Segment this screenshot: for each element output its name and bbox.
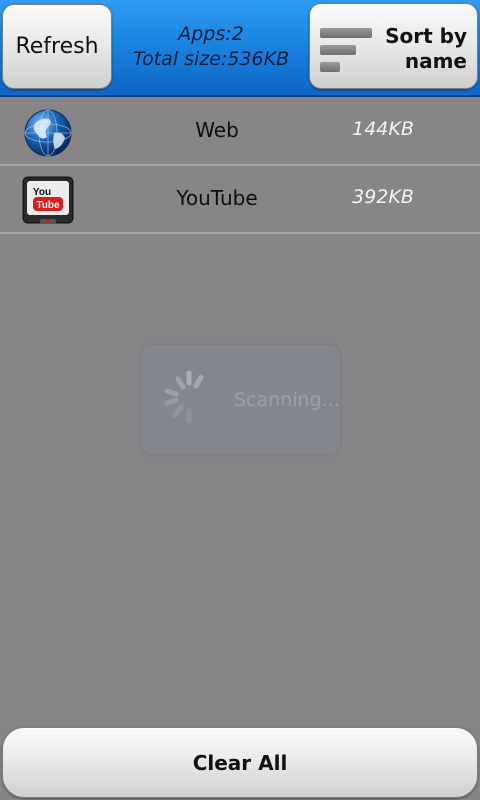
clear-all-button[interactable]: Clear All xyxy=(2,727,478,798)
list-item[interactable]: Web 144KB xyxy=(0,98,480,166)
scanning-label: Scanning... xyxy=(234,389,340,411)
refresh-button-label: Refresh xyxy=(15,34,99,59)
refresh-button[interactable]: Refresh xyxy=(2,4,112,89)
app-name: YouTube xyxy=(176,186,258,210)
list-item[interactable]: You Tube YouTube 392KB xyxy=(0,166,480,234)
spinner-icon xyxy=(164,370,204,424)
youtube-icon-text-bottom: Tube xyxy=(36,200,60,211)
app-list: Web 144KB You Tube YouTube 392KB xyxy=(0,98,480,234)
apps-summary: Apps:2 Total size:536KB xyxy=(114,22,308,72)
total-size: Total size:536KB xyxy=(132,48,290,70)
clear-all-label: Clear All xyxy=(192,750,288,775)
sort-bars-icon xyxy=(320,28,372,72)
apps-count: Apps:2 xyxy=(178,23,244,45)
youtube-icon: You Tube xyxy=(22,176,74,224)
app-name: Web xyxy=(195,118,239,142)
scanning-dialog: Scanning... xyxy=(141,345,340,454)
app-size: 392KB xyxy=(352,186,414,208)
youtube-icon-text-top: You xyxy=(33,187,51,198)
sort-by-name-button[interactable]: Sort by name xyxy=(309,3,478,89)
globe-icon xyxy=(24,109,72,157)
app-size: 144KB xyxy=(352,118,414,140)
top-toolbar: Refresh Apps:2 Total size:536KB Sort by … xyxy=(0,0,480,97)
sort-button-label: Sort by name xyxy=(385,24,467,73)
